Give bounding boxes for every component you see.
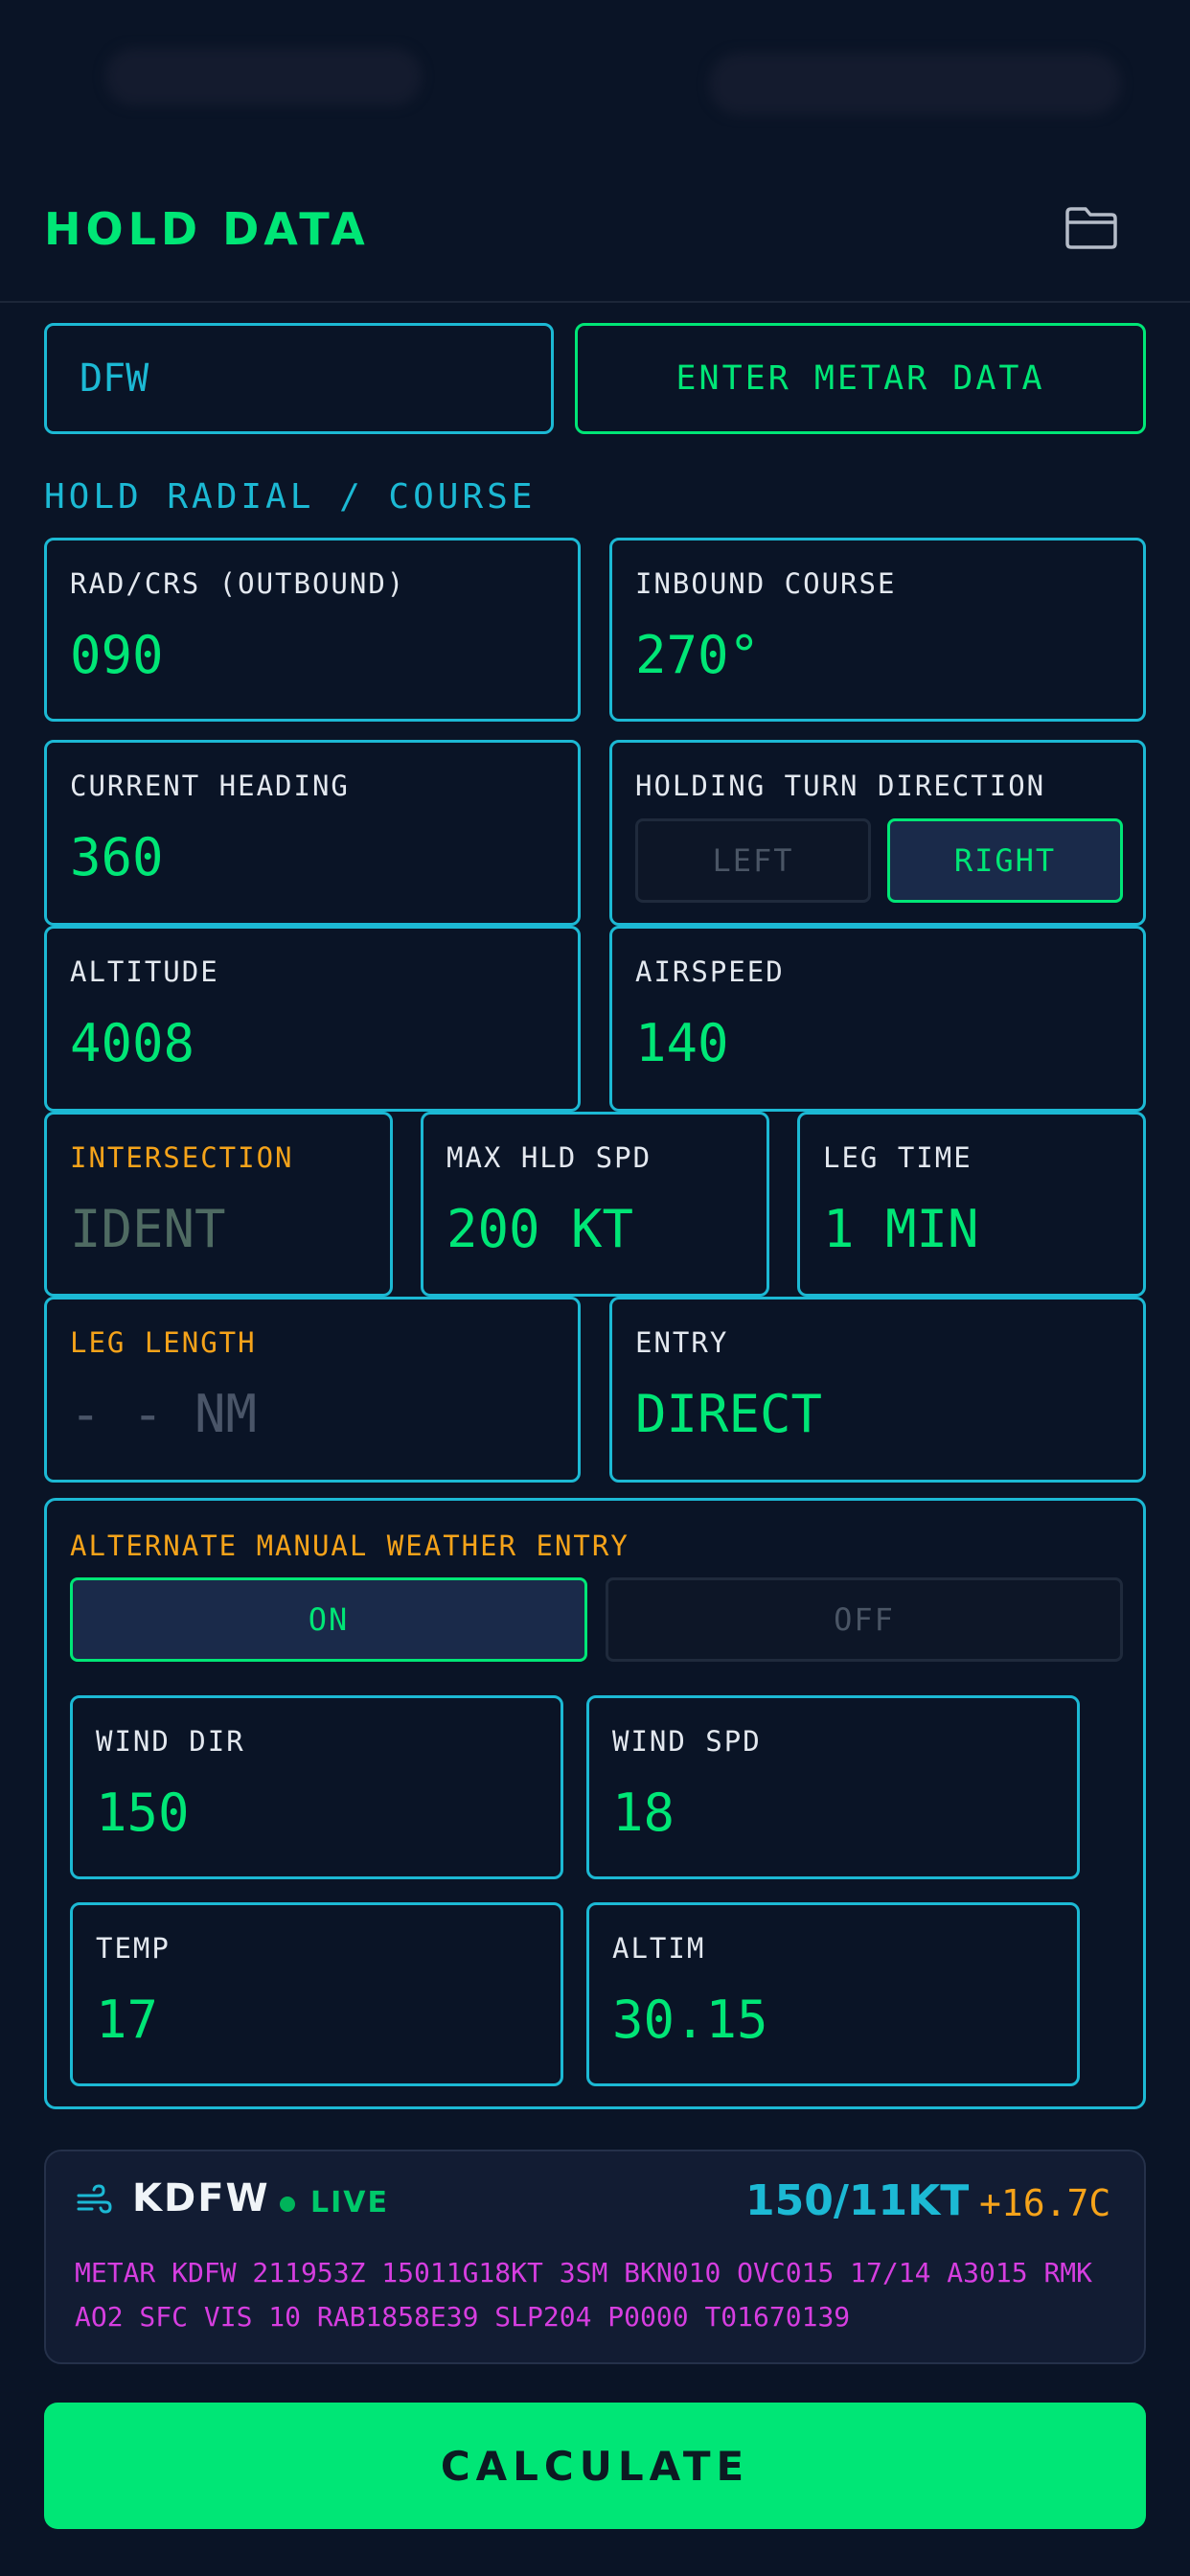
entry-field: ENTRY DIRECT <box>609 1297 1146 1483</box>
turn-direction-field: HOLDING TURN DIRECTION LEFT RIGHT <box>609 740 1146 926</box>
max-hold-speed-value: 200 KT <box>446 1199 634 1259</box>
turn-direction-label: HOLDING TURN DIRECTION <box>635 770 1046 802</box>
inbound-course-value: 270° <box>635 625 761 685</box>
airspeed-field[interactable]: AIRSPEED 140 <box>609 926 1146 1112</box>
entry-value: DIRECT <box>635 1384 823 1444</box>
leg-length-label: LEG LENGTH <box>70 1326 257 1359</box>
turn-left-button[interactable]: LEFT <box>635 818 871 903</box>
folder-icon[interactable] <box>1064 203 1119 251</box>
leg-time-field[interactable]: LEG TIME 1 MIN <box>797 1112 1146 1297</box>
status-bar-left-blur <box>105 48 422 105</box>
current-heading-label: CURRENT HEADING <box>70 770 350 802</box>
page-title: HOLD DATA <box>44 203 370 255</box>
wind-icon <box>75 2182 113 2220</box>
entry-label: ENTRY <box>635 1326 729 1359</box>
leg-time-value: 1 MIN <box>823 1199 979 1259</box>
live-indicator-dot <box>280 2196 295 2212</box>
weather-on-button[interactable]: ON <box>70 1577 587 1662</box>
manual-weather-title: ALTERNATE MANUAL WEATHER ENTRY <box>70 1530 629 1562</box>
max-hold-speed-label: MAX HLD SPD <box>446 1141 652 1174</box>
airspeed-label: AIRSPEED <box>635 955 785 988</box>
metar-temp: +16.7C <box>979 2182 1111 2224</box>
altim-value: 30.15 <box>612 1990 768 2050</box>
metar-wind: 150/11KT <box>745 2176 970 2225</box>
station-id: KDFW <box>132 2176 270 2220</box>
current-heading-field[interactable]: CURRENT HEADING 360 <box>44 740 581 926</box>
wind-spd-value: 18 <box>612 1782 675 1843</box>
app-header: HOLD DATA <box>0 153 1190 303</box>
current-heading-value: 360 <box>70 827 164 887</box>
wind-dir-value: 150 <box>96 1782 190 1843</box>
wind-dir-label: WIND DIR <box>96 1725 245 1758</box>
turn-right-button[interactable]: RIGHT <box>887 818 1123 903</box>
status-bar <box>0 0 1190 153</box>
weather-off-button[interactable]: OFF <box>606 1577 1123 1662</box>
wind-spd-label: WIND SPD <box>612 1725 762 1758</box>
inbound-course-label: INBOUND COURSE <box>635 567 897 600</box>
wind-spd-field[interactable]: WIND SPD 18 <box>586 1695 1080 1879</box>
section-title-hold-radial: HOLD RADIAL / COURSE <box>44 477 537 517</box>
enter-metar-button[interactable]: ENTER METAR DATA <box>575 323 1146 434</box>
airport-ident-input[interactable] <box>44 323 554 434</box>
manual-weather-panel: ALTERNATE MANUAL WEATHER ENTRY ON OFF WI… <box>44 1498 1146 2109</box>
radial-value: 090 <box>70 625 164 685</box>
temp-field[interactable]: TEMP 17 <box>70 1902 563 2086</box>
altitude-value: 4008 <box>70 1013 195 1073</box>
raw-metar-text: METAR KDFW 211953Z 15011G18KT 3SM BKN010… <box>75 2257 1093 2333</box>
wind-dir-field[interactable]: WIND DIR 150 <box>70 1695 563 1879</box>
intersection-field[interactable]: INTERSECTION IDENT <box>44 1112 393 1297</box>
leg-time-label: LEG TIME <box>823 1141 973 1174</box>
calculate-button[interactable]: CALCULATE <box>44 2403 1146 2529</box>
radial-field[interactable]: RAD/CRS (OUTBOUND) 090 <box>44 538 581 722</box>
status-bar-right-blur <box>709 53 1121 115</box>
inbound-course-field[interactable]: INBOUND COURSE 270° <box>609 538 1146 722</box>
airspeed-value: 140 <box>635 1013 729 1073</box>
live-label: LIVE <box>310 2186 389 2220</box>
leg-length-value: - - NM <box>70 1384 258 1444</box>
altitude-field[interactable]: ALTITUDE 4008 <box>44 926 581 1112</box>
altim-label: ALTIM <box>612 1932 706 1965</box>
intersection-placeholder: IDENT <box>70 1199 226 1259</box>
intersection-label: INTERSECTION <box>70 1141 294 1174</box>
altitude-label: ALTITUDE <box>70 955 219 988</box>
radial-label: RAD/CRS (OUTBOUND) <box>70 567 406 600</box>
temp-label: TEMP <box>96 1932 171 1965</box>
altim-field[interactable]: ALTIM 30.15 <box>586 1902 1080 2086</box>
max-hold-speed-field[interactable]: MAX HLD SPD 200 KT <box>421 1112 769 1297</box>
temp-value: 17 <box>96 1990 159 2050</box>
metar-card: KDFW LIVE 150/11KT +16.7C METAR KDFW 211… <box>44 2150 1146 2364</box>
leg-length-field[interactable]: LEG LENGTH - - NM <box>44 1297 581 1483</box>
